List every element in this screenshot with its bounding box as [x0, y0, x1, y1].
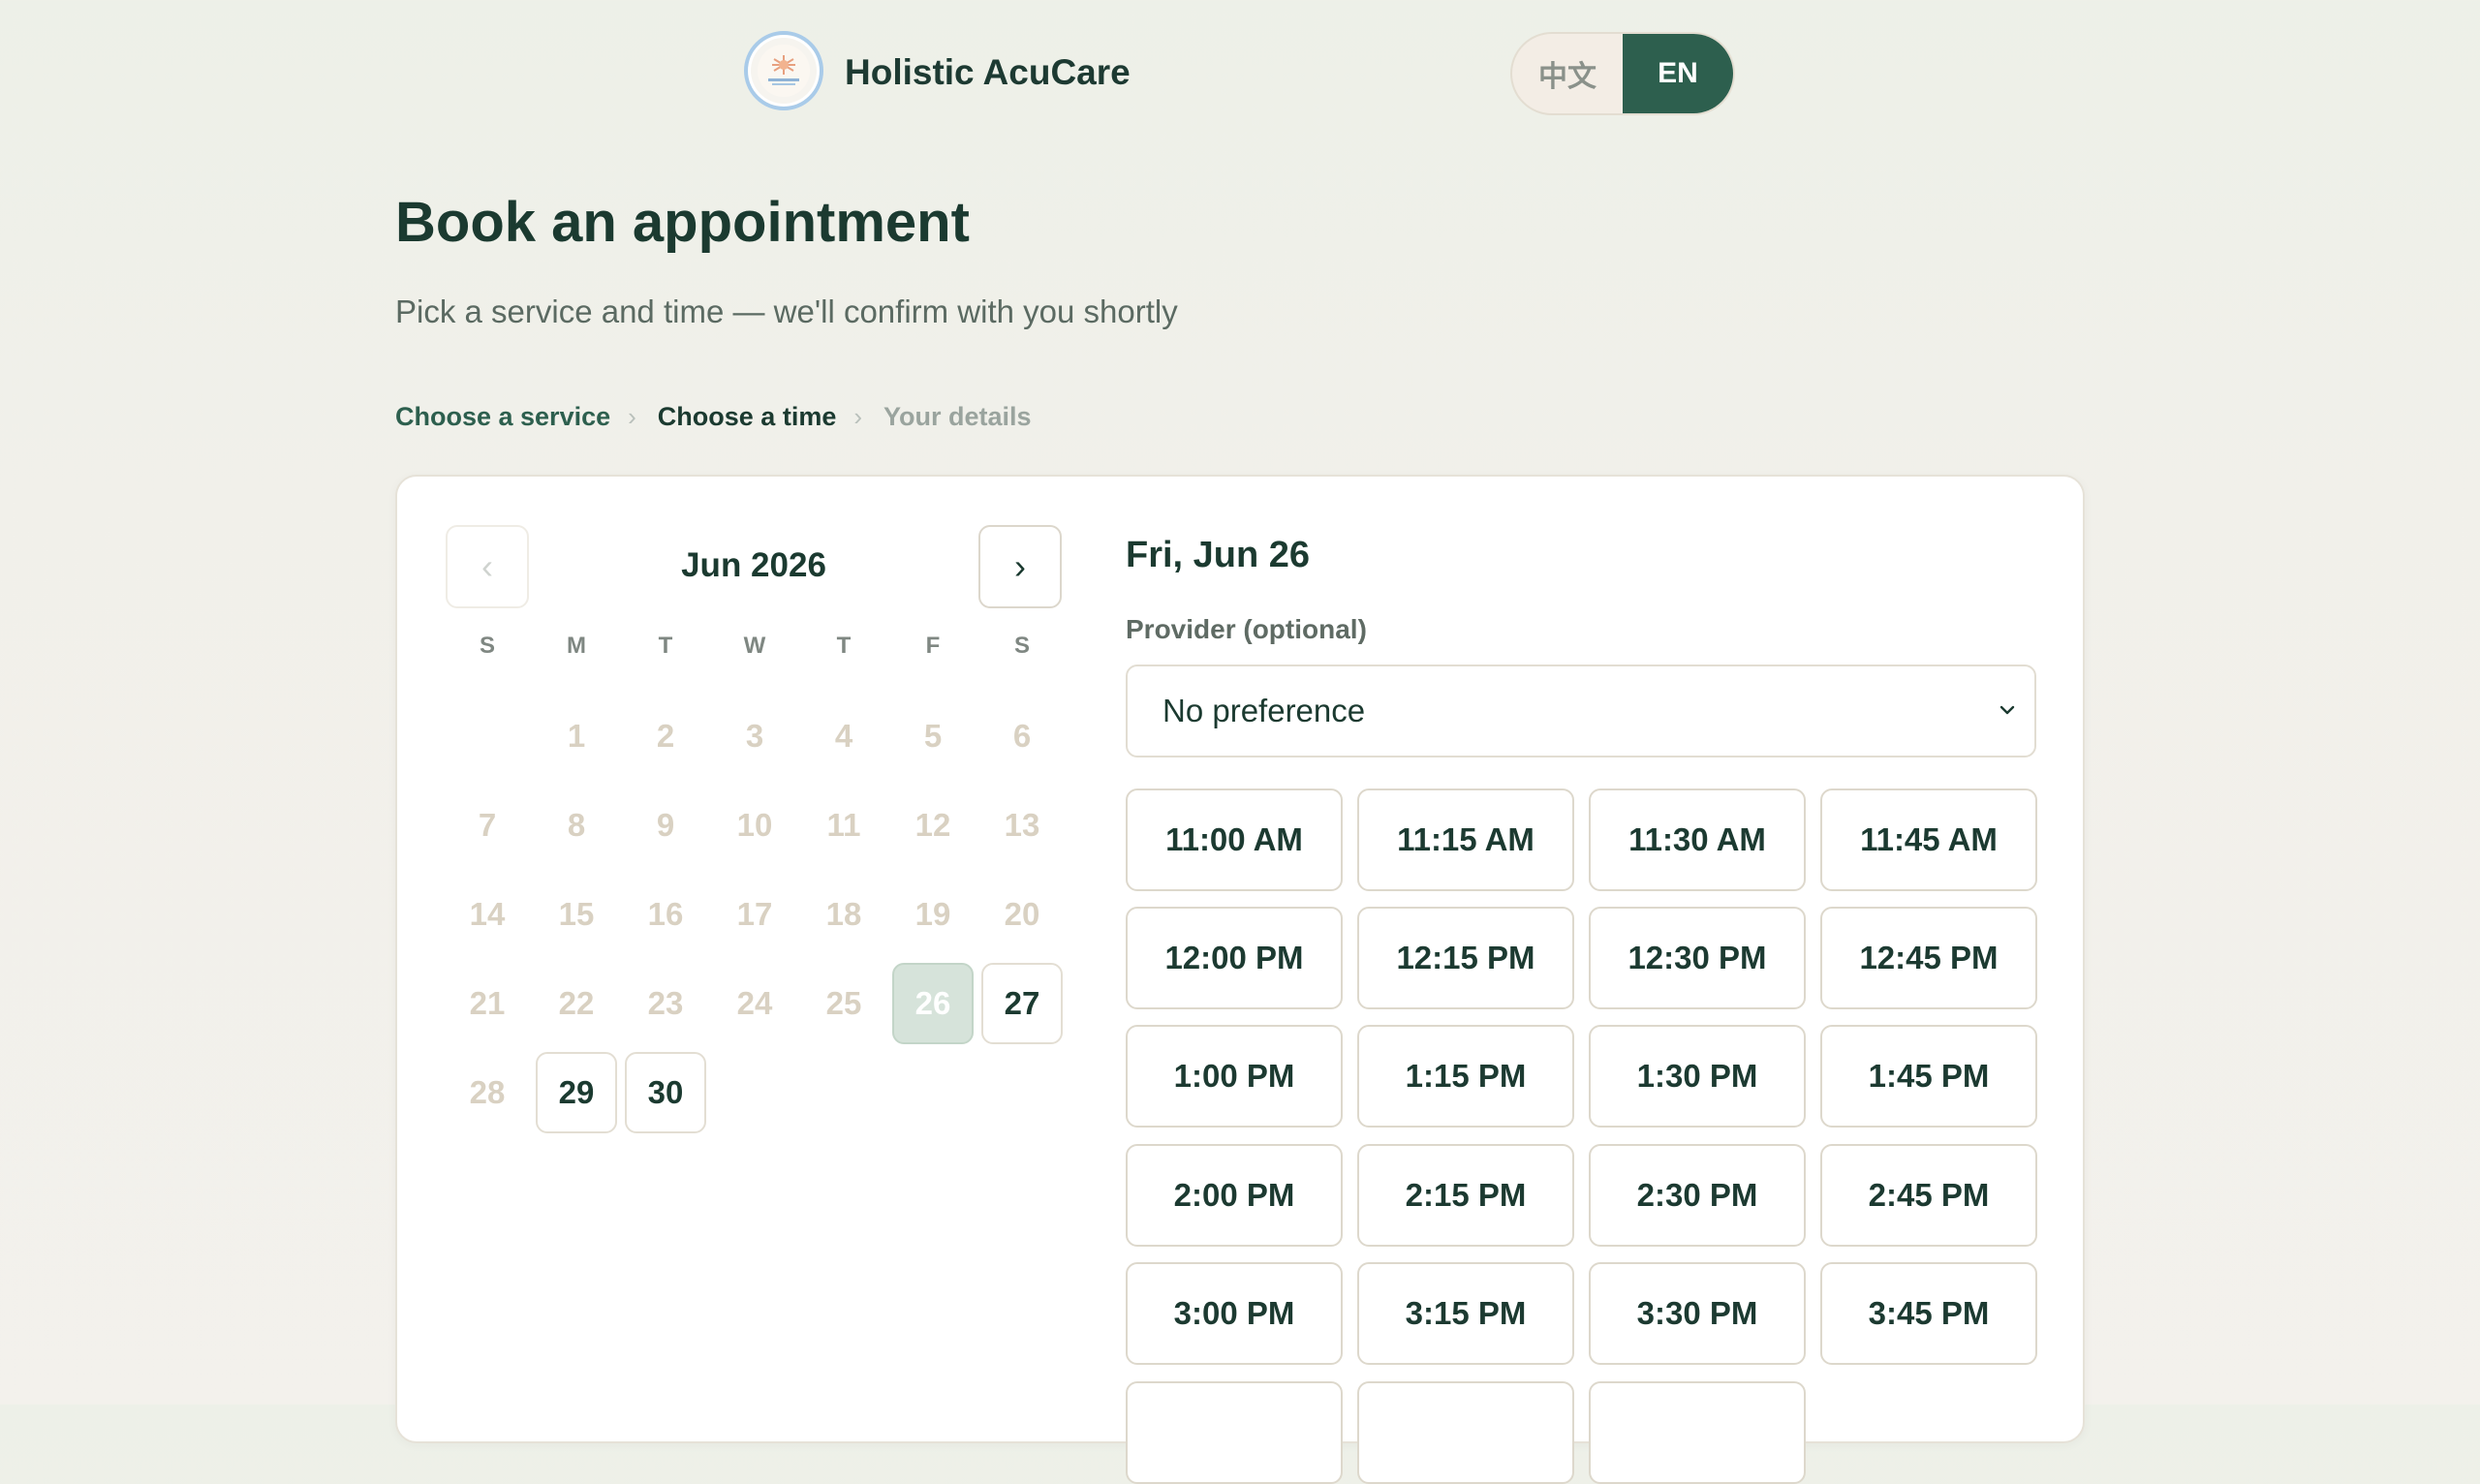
calendar-day-21: 21: [469, 985, 506, 1021]
calendar-day-7: 7: [478, 807, 497, 843]
language-toggle: 中文 EN: [1510, 32, 1735, 115]
calendar-day-10: 10: [736, 807, 773, 843]
step-choose-time[interactable]: Choose a time: [658, 402, 837, 432]
calendar-day-3: 3: [745, 718, 764, 754]
calendar-day-22: 22: [558, 985, 595, 1021]
time-slot-button[interactable]: 11:45 AM: [1820, 788, 2037, 891]
next-month-button[interactable]: ›: [978, 525, 1062, 608]
time-slot-button[interactable]: 1:15 PM: [1357, 1025, 1574, 1128]
chevron-left-icon: ‹: [481, 546, 493, 586]
time-slot-button[interactable]: 11:30 AM: [1589, 788, 1806, 891]
weekday-wednesday: W: [743, 633, 766, 659]
chevron-down-icon: [2000, 705, 2015, 715]
time-slot-button[interactable]: 1:45 PM: [1820, 1025, 2037, 1128]
previous-month-button[interactable]: ‹: [446, 525, 529, 608]
calendar-day-18: 18: [825, 896, 862, 932]
time-slot-button[interactable]: 12:00 PM: [1126, 907, 1343, 1009]
calendar-day-27[interactable]: 27: [981, 963, 1063, 1044]
calendar-day-17: 17: [736, 896, 773, 932]
booking-steps: Choose a service › Choose a time › Your …: [395, 397, 1032, 436]
calendar-day-2: 2: [656, 718, 675, 754]
calendar-day-1: 1: [567, 718, 586, 754]
calendar-day-8: 8: [567, 807, 586, 843]
weekday-thursday: T: [836, 633, 852, 659]
calendar-day-24: 24: [736, 985, 773, 1021]
booking-card: ‹ Jun 2026 › S M T W T F S 1 2 3 4 5 6 7…: [395, 475, 2085, 1484]
chevron-right-icon: ›: [853, 401, 863, 431]
time-slot-button-partial[interactable]: [1357, 1381, 1574, 1484]
page-subtitle: Pick a service and time — we'll confirm …: [395, 294, 1178, 329]
calendar-day-28: 28: [469, 1074, 506, 1110]
logo: [744, 31, 823, 110]
calendar-day-12: 12: [914, 807, 951, 843]
weekday-tuesday: T: [658, 633, 673, 659]
calendar-day-16: 16: [647, 896, 684, 932]
calendar-day-20: 20: [1004, 896, 1040, 932]
calendar-day-23: 23: [647, 985, 684, 1021]
time-slot-button[interactable]: 3:45 PM: [1820, 1262, 2037, 1365]
chevron-right-icon: ›: [1014, 546, 1026, 586]
time-slot-button[interactable]: 1:00 PM: [1126, 1025, 1343, 1128]
provider-label: Provider (optional): [1126, 614, 1367, 644]
calendar-day-9: 9: [656, 807, 675, 843]
time-slot-button[interactable]: 12:15 PM: [1357, 907, 1574, 1009]
selected-date-heading: Fri, Jun 26: [1126, 535, 1311, 575]
time-slot-button[interactable]: 2:00 PM: [1126, 1144, 1343, 1247]
brand-name: Holistic AcuCare: [845, 52, 1131, 92]
time-slot-button[interactable]: 1:30 PM: [1589, 1025, 1806, 1128]
calendar-day-4: 4: [834, 718, 853, 754]
calendar-day-19: 19: [914, 896, 951, 932]
step-choose-service[interactable]: Choose a service: [395, 402, 610, 432]
weekday-sunday: S: [479, 633, 495, 659]
time-slot-button[interactable]: 3:30 PM: [1589, 1262, 1806, 1365]
time-slot-button[interactable]: 12:45 PM: [1820, 907, 2037, 1009]
language-option-english[interactable]: EN: [1623, 34, 1733, 113]
time-slot-button[interactable]: 2:15 PM: [1357, 1144, 1574, 1247]
time-slot-button-partial[interactable]: [1126, 1381, 1343, 1484]
month-label: Jun 2026: [681, 546, 826, 584]
calendar-day-29[interactable]: 29: [536, 1052, 617, 1133]
time-slot-button[interactable]: 3:15 PM: [1357, 1262, 1574, 1365]
provider-selected-value: No preference: [1162, 693, 1366, 728]
calendar-day-26-selected[interactable]: 26: [892, 963, 974, 1044]
lotus-icon: [758, 45, 810, 97]
chevron-right-icon: ›: [628, 401, 636, 431]
top-bar: Holistic AcuCare 中文 EN: [0, 0, 2480, 145]
step-your-details: Your details: [884, 401, 1032, 431]
time-slot-button[interactable]: 11:00 AM: [1126, 788, 1343, 891]
time-slot-button[interactable]: 2:30 PM: [1589, 1144, 1806, 1247]
calendar-day-5: 5: [923, 718, 943, 754]
calendar-day-25: 25: [825, 985, 862, 1021]
time-slot-button[interactable]: 3:00 PM: [1126, 1262, 1343, 1365]
calendar-day-6: 6: [1012, 718, 1032, 754]
weekday-saturday: S: [1013, 633, 1030, 659]
time-slot-button[interactable]: 12:30 PM: [1589, 907, 1806, 1009]
time-slot-button-partial[interactable]: [1589, 1381, 1806, 1484]
weekday-friday: F: [925, 633, 941, 659]
time-slot-button[interactable]: 2:45 PM: [1820, 1144, 2037, 1247]
calendar-day-15: 15: [558, 896, 595, 932]
calendar-day-13: 13: [1004, 807, 1040, 843]
weekday-monday: M: [567, 633, 586, 659]
calendar-day-14: 14: [469, 896, 506, 932]
time-slot-button[interactable]: 11:15 AM: [1357, 788, 1574, 891]
page-title: Book an appointment: [395, 191, 970, 254]
calendar-day-30[interactable]: 30: [625, 1052, 706, 1133]
provider-select[interactable]: No preference: [1126, 665, 2036, 757]
calendar-day-11: 11: [826, 807, 861, 843]
language-option-chinese[interactable]: 中文: [1512, 34, 1623, 113]
